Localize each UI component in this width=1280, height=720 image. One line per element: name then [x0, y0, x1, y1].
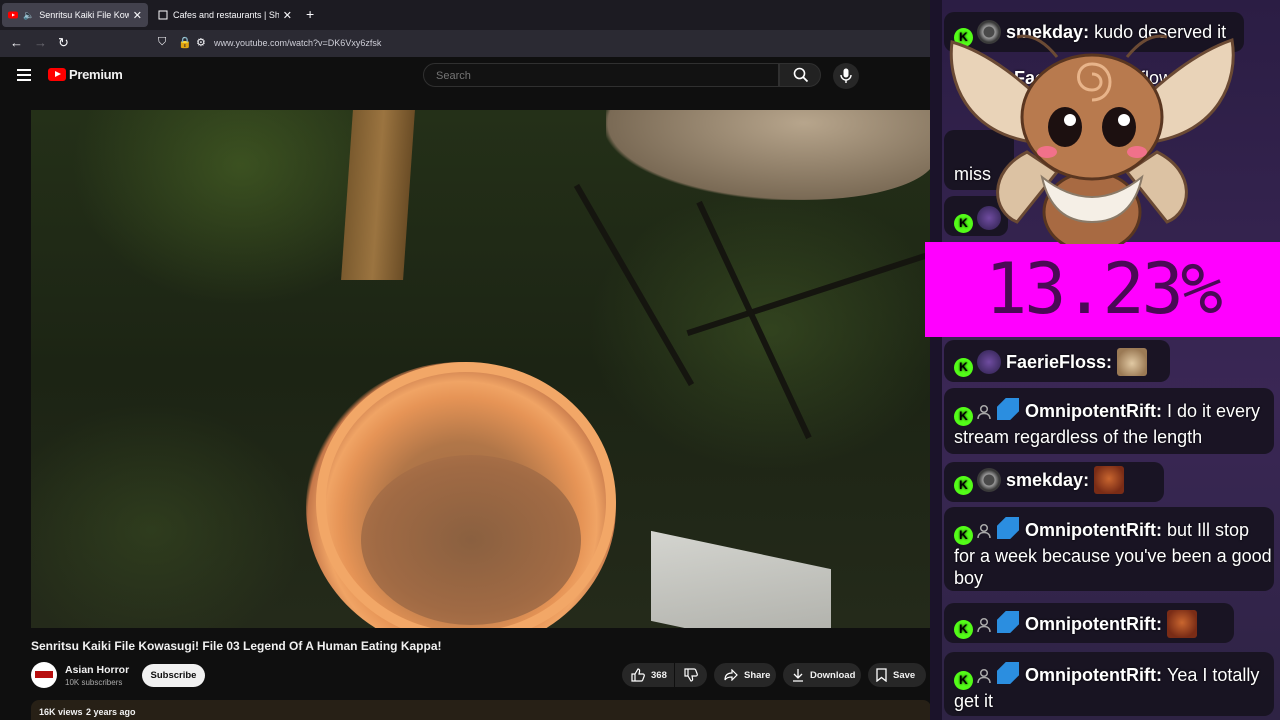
video-frame-rod: [696, 200, 812, 440]
save-label: Save: [893, 669, 916, 681]
user-avatar: [977, 350, 1001, 374]
download-label: Download: [810, 669, 856, 681]
bookmark-icon: [876, 668, 887, 682]
kick-badge-icon: K: [954, 671, 973, 690]
search-input[interactable]: [434, 69, 758, 83]
chat-username: OmnipotentRift: [1025, 614, 1156, 634]
kick-badge-icon: K: [954, 407, 973, 426]
thumbs-down-icon: [684, 668, 698, 682]
chat-message: K FaerieFloss:: [954, 348, 1148, 377]
new-tab-icon[interactable]: +: [306, 6, 314, 22]
video-frame-bag: [606, 110, 931, 200]
permissions-icon[interactable]: ⚙: [196, 36, 206, 49]
chat-username: smekday: [1006, 470, 1084, 490]
video-title: Senritsu Kaiki File Kowasugi! File 03 Le…: [31, 639, 442, 653]
share-icon: [724, 669, 738, 681]
video-frame-rod: [573, 183, 695, 387]
user-avatar: [977, 468, 1001, 492]
chat-username: FaerieFloss: [1006, 352, 1107, 372]
moth-mascot-icon: [949, 34, 1235, 244]
kick-badge-icon: K: [954, 526, 973, 545]
video-frame-box: [651, 530, 831, 628]
thumbs-up-icon: [631, 668, 645, 682]
person-icon: [977, 617, 991, 633]
dislike-button[interactable]: [675, 663, 707, 687]
pickaxe-badge-icon: [997, 517, 1019, 539]
face-emote-icon: [1166, 610, 1197, 638]
like-count: 368: [651, 669, 667, 681]
menu-icon[interactable]: [17, 69, 31, 81]
video-frame-pot-inside: [361, 455, 581, 625]
youtube-brand[interactable]: Premium: [69, 67, 123, 82]
search-box: [423, 63, 779, 87]
close-tab-icon[interactable]: ✕: [133, 9, 142, 22]
tab-title: Cafes and restaurants | Shops |: [173, 10, 279, 20]
tab-title: Senritsu Kaiki File Kowasugi: [39, 10, 129, 20]
cat-emote-icon: [1117, 348, 1148, 376]
microphone-icon: [840, 68, 852, 83]
chat-username: OmnipotentRift: [1025, 665, 1156, 685]
chat-message: K OmnipotentRift: Yea I totally get it: [954, 662, 1264, 712]
video-frame-post: [341, 110, 415, 280]
chat-message: K OmnipotentRift:: [954, 610, 1197, 639]
person-icon: [977, 523, 991, 539]
kick-badge-icon: K: [954, 476, 973, 495]
youtube-favicon-icon: [8, 11, 18, 19]
speaker-icon[interactable]: 🔈: [23, 10, 34, 20]
page-favicon-icon: [158, 10, 168, 20]
search-icon: [793, 67, 809, 83]
percentage-banner: 13.23%: [925, 242, 1280, 337]
person-icon: [977, 404, 991, 420]
channel-avatar[interactable]: [31, 662, 57, 688]
search-button[interactable]: [779, 63, 821, 87]
subscriber-count: 10K subscribers: [65, 678, 123, 687]
browser-tab-bar: 🔈 Senritsu Kaiki File Kowasugi ✕ Cafes a…: [0, 0, 930, 30]
chat-message: K OmnipotentRift: I do it every stream re…: [954, 398, 1269, 448]
like-button[interactable]: 368: [622, 663, 674, 687]
channel-name[interactable]: Asian Horror: [65, 664, 129, 676]
upload-age: 2 years ago: [86, 707, 136, 717]
shield-icon[interactable]: ⛉: [158, 36, 166, 49]
download-icon: [793, 669, 803, 682]
share-button[interactable]: Share: [714, 663, 776, 687]
close-tab-icon[interactable]: ✕: [283, 9, 292, 22]
youtube-header: Premium: [0, 57, 930, 107]
description-box[interactable]: 16K views 2 years ago: [31, 700, 931, 720]
tab-youtube[interactable]: 🔈 Senritsu Kaiki File Kowasugi ✕: [2, 3, 148, 27]
chat-message: Ksmekday:: [954, 466, 1125, 495]
pickaxe-badge-icon: [997, 398, 1019, 420]
reload-icon[interactable]: ↻: [58, 35, 69, 51]
face-emote-icon: [1094, 466, 1125, 494]
pickaxe-badge-icon: [997, 611, 1019, 633]
forward-icon[interactable]: →: [34, 35, 47, 50]
chat-message: K OmnipotentRift: but Ill stop for a week…: [954, 517, 1274, 589]
chat-username: OmnipotentRift: [1025, 401, 1156, 421]
chat-username: OmnipotentRift: [1025, 520, 1156, 540]
url-field[interactable]: www.youtube.com/watch?v=DK6Vxy6zfsk: [214, 38, 381, 48]
lock-icon[interactable]: 🔒: [178, 36, 192, 49]
voice-search-button[interactable]: [833, 63, 859, 89]
back-icon[interactable]: ←: [10, 35, 23, 50]
subscribe-button[interactable]: Subscribe: [142, 664, 205, 687]
save-button[interactable]: Save: [868, 663, 926, 687]
person-icon: [977, 668, 991, 684]
kick-badge-icon: K: [954, 358, 973, 377]
video-player[interactable]: [31, 110, 931, 628]
browser-nav-bar: ← → ↻ ⛉ 🔒 ⚙ www.youtube.com/watch?v=DK6V…: [0, 30, 930, 57]
view-count: 16K views: [39, 707, 83, 717]
pickaxe-badge-icon: [997, 662, 1019, 684]
kick-badge-icon: K: [954, 620, 973, 639]
share-label: Share: [744, 669, 771, 681]
tab-cafes[interactable]: Cafes and restaurants | Shops | ✕: [152, 3, 298, 27]
overlay-edge: [930, 0, 942, 720]
download-button[interactable]: Download: [783, 663, 861, 687]
youtube-logo-icon[interactable]: [48, 68, 66, 81]
